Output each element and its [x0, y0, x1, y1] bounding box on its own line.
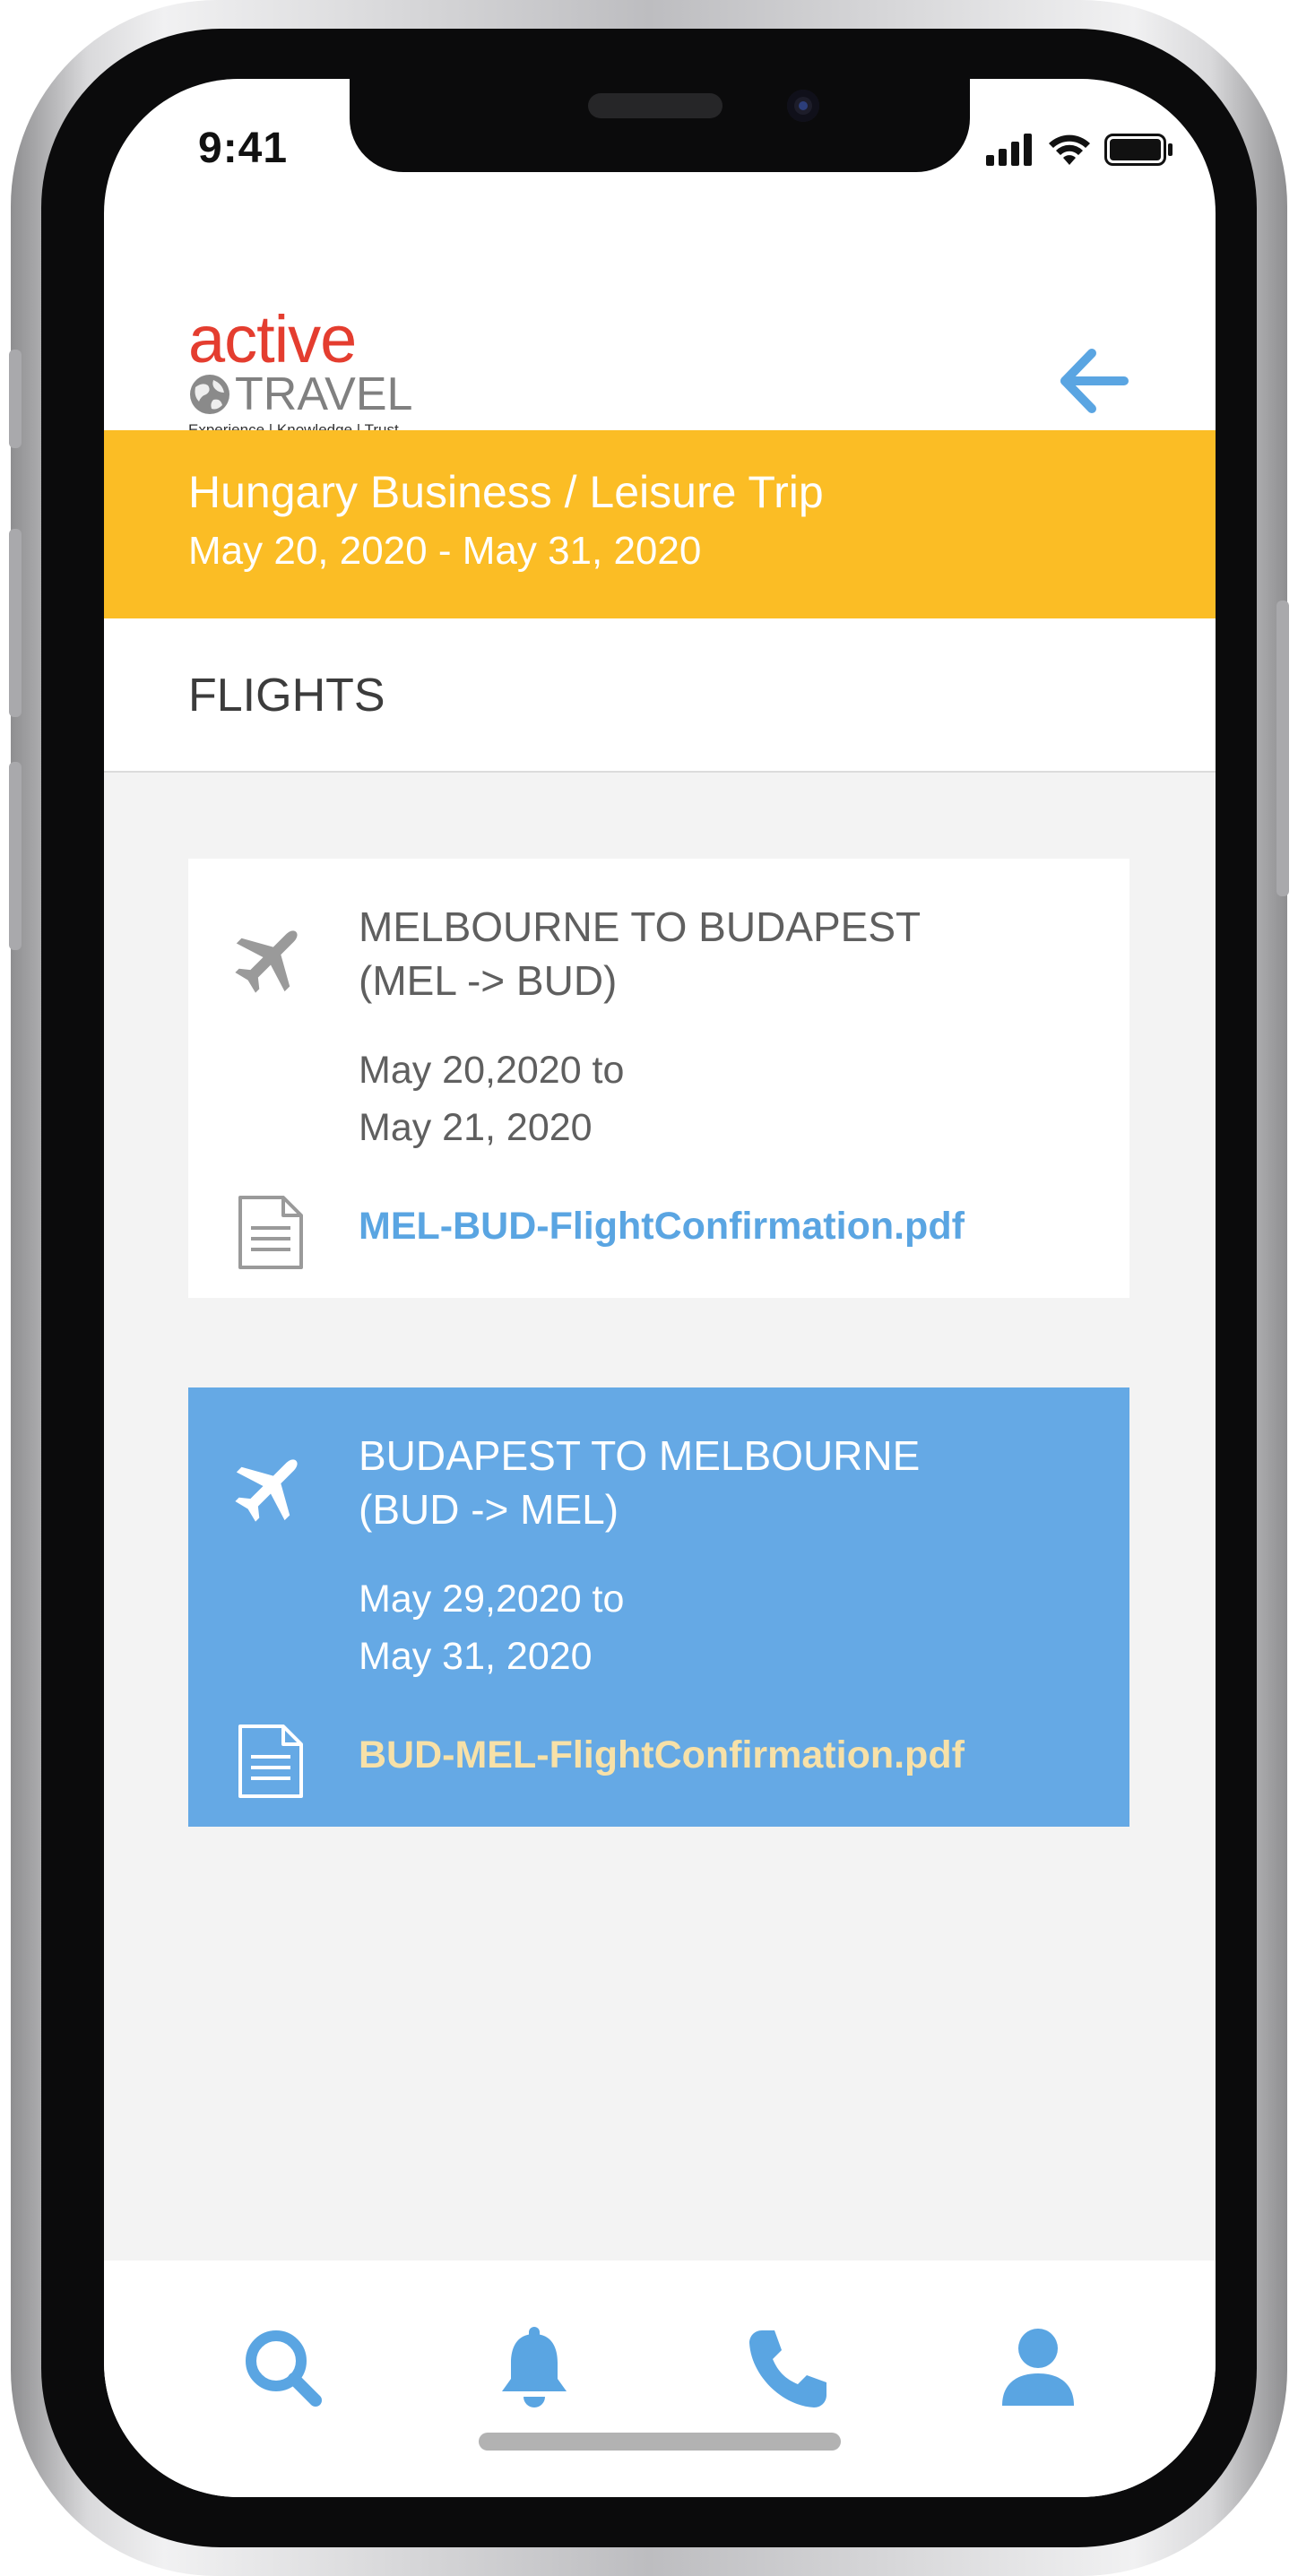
brand-name-top: active [188, 302, 357, 376]
flight-card[interactable]: MELBOURNE TO BUDAPEST (MEL -> BUD) May 2… [188, 859, 1129, 1298]
wifi-icon [1049, 134, 1090, 165]
nav-notifications-button[interactable] [489, 2323, 579, 2413]
flight-dates: May 29,2020 to May 31, 2020 [359, 1570, 1094, 1685]
nav-search-button[interactable] [238, 2323, 328, 2413]
flight-confirmation-link[interactable]: MEL-BUD-FlightConfirmation.pdf [359, 1205, 965, 1249]
front-camera [787, 90, 819, 122]
home-indicator[interactable] [479, 2433, 841, 2451]
date-end: May 31, 2020 [359, 1635, 593, 1678]
flight-route: BUDAPEST TO MELBOURNE (BUD -> MEL) [359, 1429, 1094, 1536]
nav-profile-button[interactable] [993, 2323, 1083, 2413]
power-button [1276, 601, 1289, 896]
search-icon [246, 2330, 322, 2407]
globe-icon [190, 375, 229, 414]
trip-banner: Hungary Business / Leisure Trip May 20, … [104, 430, 1216, 618]
bottom-nav [104, 2260, 1216, 2497]
battery-icon [1104, 134, 1173, 166]
flight-list: MELBOURNE TO BUDAPEST (MEL -> BUD) May 2… [104, 773, 1216, 2260]
brand-name-row: TRAVEL [188, 369, 412, 419]
back-button[interactable] [1054, 341, 1135, 421]
phone-icon [749, 2330, 826, 2407]
user-icon [1002, 2329, 1074, 2406]
flight-card-selected[interactable]: BUDAPEST TO MELBOURNE (BUD -> MEL) May 2… [188, 1387, 1129, 1827]
section-title: FLIGHTS [188, 670, 385, 722]
document-icon [238, 1196, 303, 1269]
volume-down-button [9, 762, 22, 950]
screen: 9:41 active TRAVEL Hungary Business / Le… [104, 79, 1216, 2497]
trip-title: Hungary Business / Leisure Trip [188, 467, 824, 517]
date-start: May 29,2020 to [359, 1578, 625, 1621]
flight-route: MELBOURNE TO BUDAPEST (MEL -> BUD) [359, 900, 1094, 1007]
route-cities: MELBOURNE TO BUDAPEST [359, 903, 922, 950]
airplane-icon [235, 1459, 298, 1522]
notch [350, 79, 970, 172]
bell-icon [502, 2327, 567, 2407]
route-codes: (BUD -> MEL) [359, 1486, 619, 1533]
brand-logo: active TRAVEL Experience | Knowledge | T… [188, 302, 412, 439]
date-end: May 21, 2020 [359, 1106, 593, 1149]
arrow-left-icon [1060, 349, 1129, 413]
phone-frame: 9:41 active TRAVEL Hungary Business / Le… [9, 0, 1289, 2576]
document-icon [238, 1725, 303, 1798]
mute-switch [9, 350, 22, 448]
date-start: May 20,2020 to [359, 1049, 625, 1092]
nav-call-button[interactable] [742, 2323, 832, 2413]
volume-up-button [9, 529, 22, 717]
route-cities: BUDAPEST TO MELBOURNE [359, 1432, 921, 1479]
app-header: active TRAVEL Experience | Knowledge | T… [104, 231, 1216, 438]
status-icons [986, 133, 1174, 167]
brand-name-bottom: TRAVEL [235, 368, 413, 420]
status-time: 9:41 [198, 125, 289, 172]
trip-dates: May 20, 2020 - May 31, 2020 [188, 529, 702, 573]
route-codes: (MEL -> BUD) [359, 957, 618, 1004]
earpiece-speaker [588, 93, 723, 118]
flight-confirmation-link[interactable]: BUD-MEL-FlightConfirmation.pdf [359, 1733, 965, 1777]
signal-icon [986, 134, 1032, 166]
airplane-icon [235, 930, 298, 993]
section-header: FLIGHTS [104, 618, 1216, 773]
flight-dates: May 20,2020 to May 21, 2020 [359, 1042, 1094, 1156]
